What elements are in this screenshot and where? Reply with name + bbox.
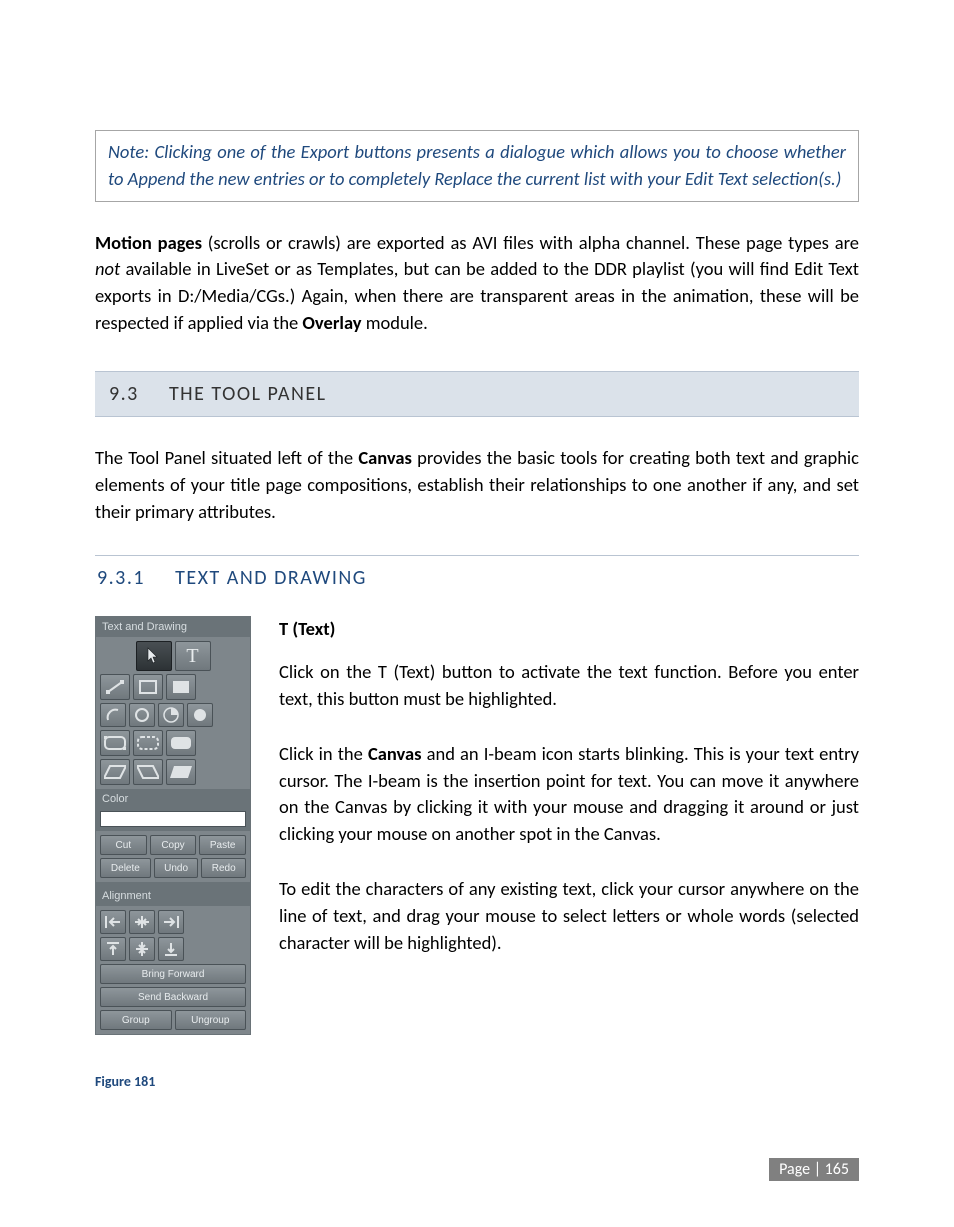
figure-caption: Figure 181 [95, 1073, 859, 1090]
align-right-button[interactable] [158, 910, 184, 934]
pie-tool-button[interactable] [158, 703, 184, 727]
page-number: Page | 165 [769, 1158, 859, 1181]
color-swatch[interactable] [100, 811, 246, 827]
note-box: Note: Clicking one of the Export buttons… [95, 130, 859, 202]
arrow-tool-button[interactable] [136, 641, 172, 671]
arc-icon [105, 707, 121, 723]
ttext-heading: T (Text) [279, 617, 335, 640]
align-vcenter-icon [135, 941, 149, 957]
roundrect-dash-button[interactable] [133, 730, 163, 756]
subsection-title: TEXT AND DRAWING [175, 566, 367, 590]
align-top-icon [106, 941, 120, 957]
roundrect-outline-button[interactable] [100, 730, 130, 756]
rect-outline-button[interactable] [133, 674, 163, 700]
panel-header-alignment: Alignment [96, 886, 250, 906]
section-number: 9.3 [109, 382, 139, 406]
ungroup-button[interactable]: Ungroup [175, 1010, 247, 1030]
section-heading-9-3: 9.3 THE TOOL PANEL [95, 371, 859, 417]
roundrect-outline-icon [104, 735, 126, 751]
align-vcenter-button[interactable] [129, 937, 155, 961]
align-right-icon [162, 915, 180, 929]
circle-filled-icon [192, 707, 208, 723]
line-icon [106, 680, 124, 694]
paragraph-t1: Click on the T (Text) button to activate… [279, 659, 859, 713]
circle-outline-button[interactable] [129, 703, 155, 727]
shear-right-button[interactable] [133, 759, 163, 785]
align-left-button[interactable] [100, 910, 126, 934]
shear-left-button[interactable] [100, 759, 130, 785]
align-hcenter-icon [133, 915, 151, 929]
panel-header-text-drawing: Text and Drawing [96, 617, 250, 637]
rectangle-filled-icon [173, 681, 189, 693]
undo-button[interactable]: Undo [154, 858, 199, 878]
parallelogram-left-icon [104, 764, 126, 780]
paragraph-toolpanel: The Tool Panel situated left of the Canv… [95, 445, 859, 525]
align-top-button[interactable] [100, 937, 126, 961]
parallelogram-right-icon [137, 764, 159, 780]
align-hcenter-button[interactable] [129, 910, 155, 934]
shear-fill-button[interactable] [166, 759, 196, 785]
bring-forward-button[interactable]: Bring Forward [100, 964, 246, 984]
align-left-icon [104, 915, 122, 929]
panel-header-color: Color [96, 789, 250, 809]
line-tool-button[interactable] [100, 674, 130, 700]
align-bottom-button[interactable] [158, 937, 184, 961]
paragraph-t3: To edit the characters of any existing t… [279, 876, 859, 956]
paragraph-t2: Click in the Canvas and an I-beam icon s… [279, 741, 859, 848]
paragraph-motion: Motion pages (scrolls or crawls) are exp… [95, 230, 859, 337]
subsection-heading-9-3-1: 9.3.1 TEXT AND DRAWING [95, 555, 859, 596]
roundrect-dash-icon [137, 735, 159, 751]
subsection-number: 9.3.1 [97, 566, 145, 590]
pie-icon [163, 707, 179, 723]
text-tool-label: T [186, 645, 198, 668]
align-bottom-icon [164, 941, 178, 957]
rectangle-outline-icon [139, 680, 157, 694]
text-tool-button[interactable]: T [175, 641, 211, 671]
group-button[interactable]: Group [100, 1010, 172, 1030]
cut-button[interactable]: Cut [100, 835, 147, 855]
circle-outline-icon [134, 707, 150, 723]
arc-tool-button[interactable] [100, 703, 126, 727]
cursor-icon [147, 647, 161, 665]
delete-button[interactable]: Delete [100, 858, 151, 878]
roundrect-fill-button[interactable] [166, 730, 196, 756]
send-backward-button[interactable]: Send Backward [100, 987, 246, 1007]
parallelogram-fill-icon [170, 764, 192, 780]
note-text: Note: Clicking one of the Export buttons… [108, 140, 846, 190]
redo-button[interactable]: Redo [201, 858, 246, 878]
paste-button[interactable]: Paste [199, 835, 246, 855]
rect-fill-button[interactable] [166, 674, 196, 700]
tool-panel: Text and Drawing T [95, 616, 251, 1035]
copy-button[interactable]: Copy [150, 835, 197, 855]
circle-fill-button[interactable] [187, 703, 213, 727]
roundrect-fill-icon [170, 735, 192, 751]
section-title: THE TOOL PANEL [169, 382, 327, 406]
